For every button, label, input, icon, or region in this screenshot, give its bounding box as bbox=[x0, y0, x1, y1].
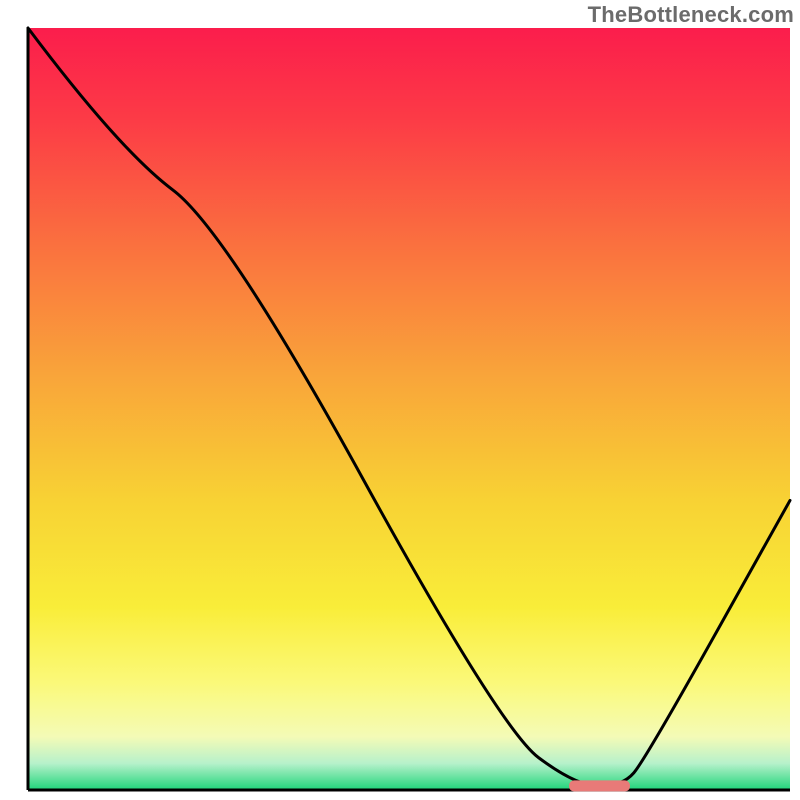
bottleneck-chart: TheBottleneck.com bbox=[0, 0, 800, 800]
optimal-zone-marker bbox=[569, 780, 630, 791]
watermark-text: TheBottleneck.com bbox=[588, 2, 794, 28]
chart-svg bbox=[0, 0, 800, 800]
plot-background bbox=[28, 28, 790, 790]
